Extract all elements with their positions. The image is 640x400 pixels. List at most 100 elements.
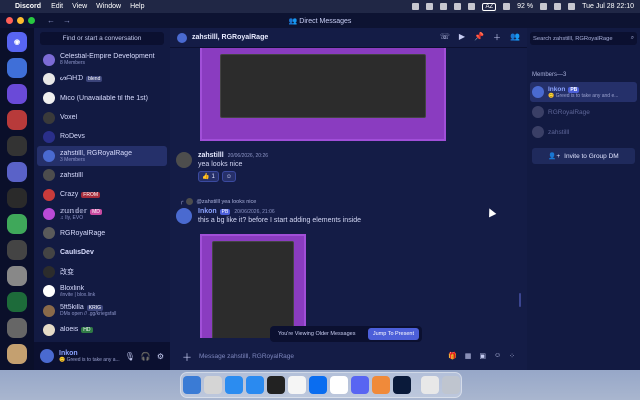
- avatar: [43, 53, 55, 66]
- dm-item[interactable]: Crazy FROM: [37, 185, 167, 204]
- app-store-icon[interactable]: [308, 376, 327, 394]
- minimize-window-button[interactable]: [17, 17, 24, 24]
- gift-icon[interactable]: 🎁: [448, 352, 457, 360]
- dm-item[interactable]: RoDevs: [37, 127, 167, 146]
- dm-name: Celestial-Empire Development: [60, 53, 155, 61]
- find-conversation-button[interactable]: Find or start a conversation: [40, 32, 164, 45]
- scrollbar-thumb[interactable]: [519, 293, 521, 307]
- server-icon[interactable]: [7, 240, 27, 260]
- video-call-icon[interactable]: ▶: [459, 32, 465, 43]
- back-arrow-icon[interactable]: ←: [47, 16, 55, 25]
- avatar[interactable]: [176, 208, 192, 224]
- member-item[interactable]: zahstilll: [530, 122, 637, 142]
- server-icon[interactable]: [7, 84, 27, 104]
- avatar: [43, 285, 55, 298]
- dm-name: Crazy FROM: [60, 191, 101, 199]
- zoom-window-button[interactable]: [28, 17, 35, 24]
- image-attachment[interactable]: [200, 48, 446, 141]
- status-icon-4[interactable]: [454, 3, 462, 10]
- dm-item[interactable]: Bloxlink/invite | blox.link: [37, 282, 167, 301]
- image-attachment[interactable]: [200, 234, 306, 338]
- search-input[interactable]: Search zahstilll, RGRoyalRage ⌕: [530, 32, 637, 45]
- sticker-icon[interactable]: ▣: [479, 352, 486, 360]
- member-item[interactable]: RGRoyalRage: [530, 102, 637, 122]
- server-icon[interactable]: [7, 292, 27, 312]
- wifi-icon[interactable]: [503, 3, 511, 10]
- dm-item[interactable]: 5ft5killa KRIG DMs open // .gg/kriegsfall: [37, 301, 167, 320]
- voice-call-icon[interactable]: ☏: [440, 32, 450, 43]
- finder-icon[interactable]: [182, 376, 201, 394]
- invite-to-group-button[interactable]: 👤+ Invite to Group DM: [532, 148, 635, 164]
- pin-icon[interactable]: 📌: [474, 32, 484, 43]
- message-author[interactable]: Inkon: [198, 208, 217, 215]
- reply-reference[interactable]: ╭ @zahstilll yea looks nice: [180, 198, 256, 205]
- trash-icon[interactable]: [441, 376, 460, 394]
- dm-item[interactable]: aloeis HD: [37, 320, 167, 339]
- headphones-icon[interactable]: 🎧: [141, 352, 151, 361]
- dm-item[interactable]: ᔕᗩᕼᗪ blend: [37, 69, 167, 88]
- members-list-icon[interactable]: 👥: [510, 32, 520, 43]
- server-icon[interactable]: [7, 214, 27, 234]
- dm-item[interactable]: 𝕫𝕦𝕟𝕕𝕖𝕣 MD ♫ Ily, EVO: [37, 204, 167, 223]
- dm-item[interactable]: CaulisDev: [37, 243, 167, 262]
- dm-item[interactable]: Voxel: [37, 108, 167, 127]
- message-author[interactable]: zahstilll: [198, 152, 224, 159]
- apps-icon[interactable]: ⁘: [509, 352, 515, 360]
- mail-icon[interactable]: [245, 376, 264, 394]
- menu-edit[interactable]: Edit: [51, 3, 63, 10]
- keyboard-layout-badge[interactable]: AZ: [482, 2, 497, 11]
- status-icon-2[interactable]: [426, 3, 434, 10]
- safari-icon[interactable]: [224, 376, 243, 394]
- photoshop-icon[interactable]: [392, 376, 411, 394]
- status-icon-5[interactable]: [468, 3, 476, 10]
- discord-home-icon[interactable]: ◉: [7, 32, 27, 52]
- jump-to-present-button[interactable]: Jump To Present: [367, 328, 419, 340]
- dm-item[interactable]: 改变: [37, 262, 167, 281]
- server-icon[interactable]: [7, 344, 27, 364]
- battery-percent[interactable]: 92 %: [517, 3, 533, 10]
- launchpad-icon[interactable]: [203, 376, 222, 394]
- member-item[interactable]: Inkon PB 😊 Greed is to take any and e...: [530, 82, 637, 102]
- dm-item[interactable]: RGRoyalRage: [37, 224, 167, 243]
- chrome-icon[interactable]: [287, 376, 306, 394]
- avatar[interactable]: [40, 349, 54, 363]
- control-center-icon[interactable]: [568, 3, 576, 10]
- menu-window[interactable]: Window: [96, 3, 121, 10]
- dm-item[interactable]: Celestial-Empire Development 8 Members: [37, 50, 167, 69]
- add-friends-icon[interactable]: ＋: [493, 32, 501, 43]
- dm-item[interactable]: Mico (Unavailable til the 1st): [37, 89, 167, 108]
- settings-gear-icon[interactable]: ⚙: [157, 352, 164, 361]
- reaction-thumbs-up[interactable]: 👍 1: [198, 171, 219, 182]
- server-icon[interactable]: [7, 110, 27, 130]
- microphone-icon[interactable]: 🎙: [125, 352, 135, 361]
- menu-help[interactable]: Help: [130, 3, 144, 10]
- server-icon[interactable]: [7, 136, 27, 156]
- roblox-icon[interactable]: [329, 376, 348, 394]
- attach-plus-icon[interactable]: ＋: [182, 349, 192, 364]
- server-icon[interactable]: [7, 162, 27, 182]
- menubar-app-name[interactable]: Discord: [15, 3, 41, 10]
- status-icon-1[interactable]: [412, 3, 420, 10]
- discord-icon[interactable]: [350, 376, 369, 394]
- dm-item[interactable]: zahstilll: [37, 166, 167, 185]
- emoji-icon[interactable]: ☺: [494, 352, 501, 360]
- message-composer[interactable]: ＋ Message zahstilll, RGRoyalRage 🎁 ▦ ▣ ☺…: [176, 348, 521, 364]
- claude-icon[interactable]: [371, 376, 390, 394]
- server-icon[interactable]: [7, 188, 27, 208]
- document-icon[interactable]: [420, 376, 439, 394]
- server-icon[interactable]: [7, 318, 27, 338]
- gif-icon[interactable]: ▦: [465, 352, 472, 360]
- close-window-button[interactable]: [6, 17, 13, 24]
- server-icon[interactable]: [7, 58, 27, 78]
- menu-view[interactable]: View: [72, 3, 87, 10]
- forward-arrow-icon[interactable]: →: [63, 16, 71, 25]
- search-icon[interactable]: [554, 3, 562, 10]
- add-reaction-button[interactable]: ☺: [221, 171, 236, 182]
- menubar-clock[interactable]: Tue Jul 28 22:10: [582, 3, 634, 10]
- openai-icon[interactable]: [266, 376, 285, 394]
- server-icon[interactable]: [7, 266, 27, 286]
- dm-item-active[interactable]: zahstilll, RGRoyalRage 3 Members: [37, 146, 167, 166]
- avatar[interactable]: [176, 152, 192, 168]
- battery-icon[interactable]: [540, 3, 548, 10]
- status-icon-3[interactable]: [440, 3, 448, 10]
